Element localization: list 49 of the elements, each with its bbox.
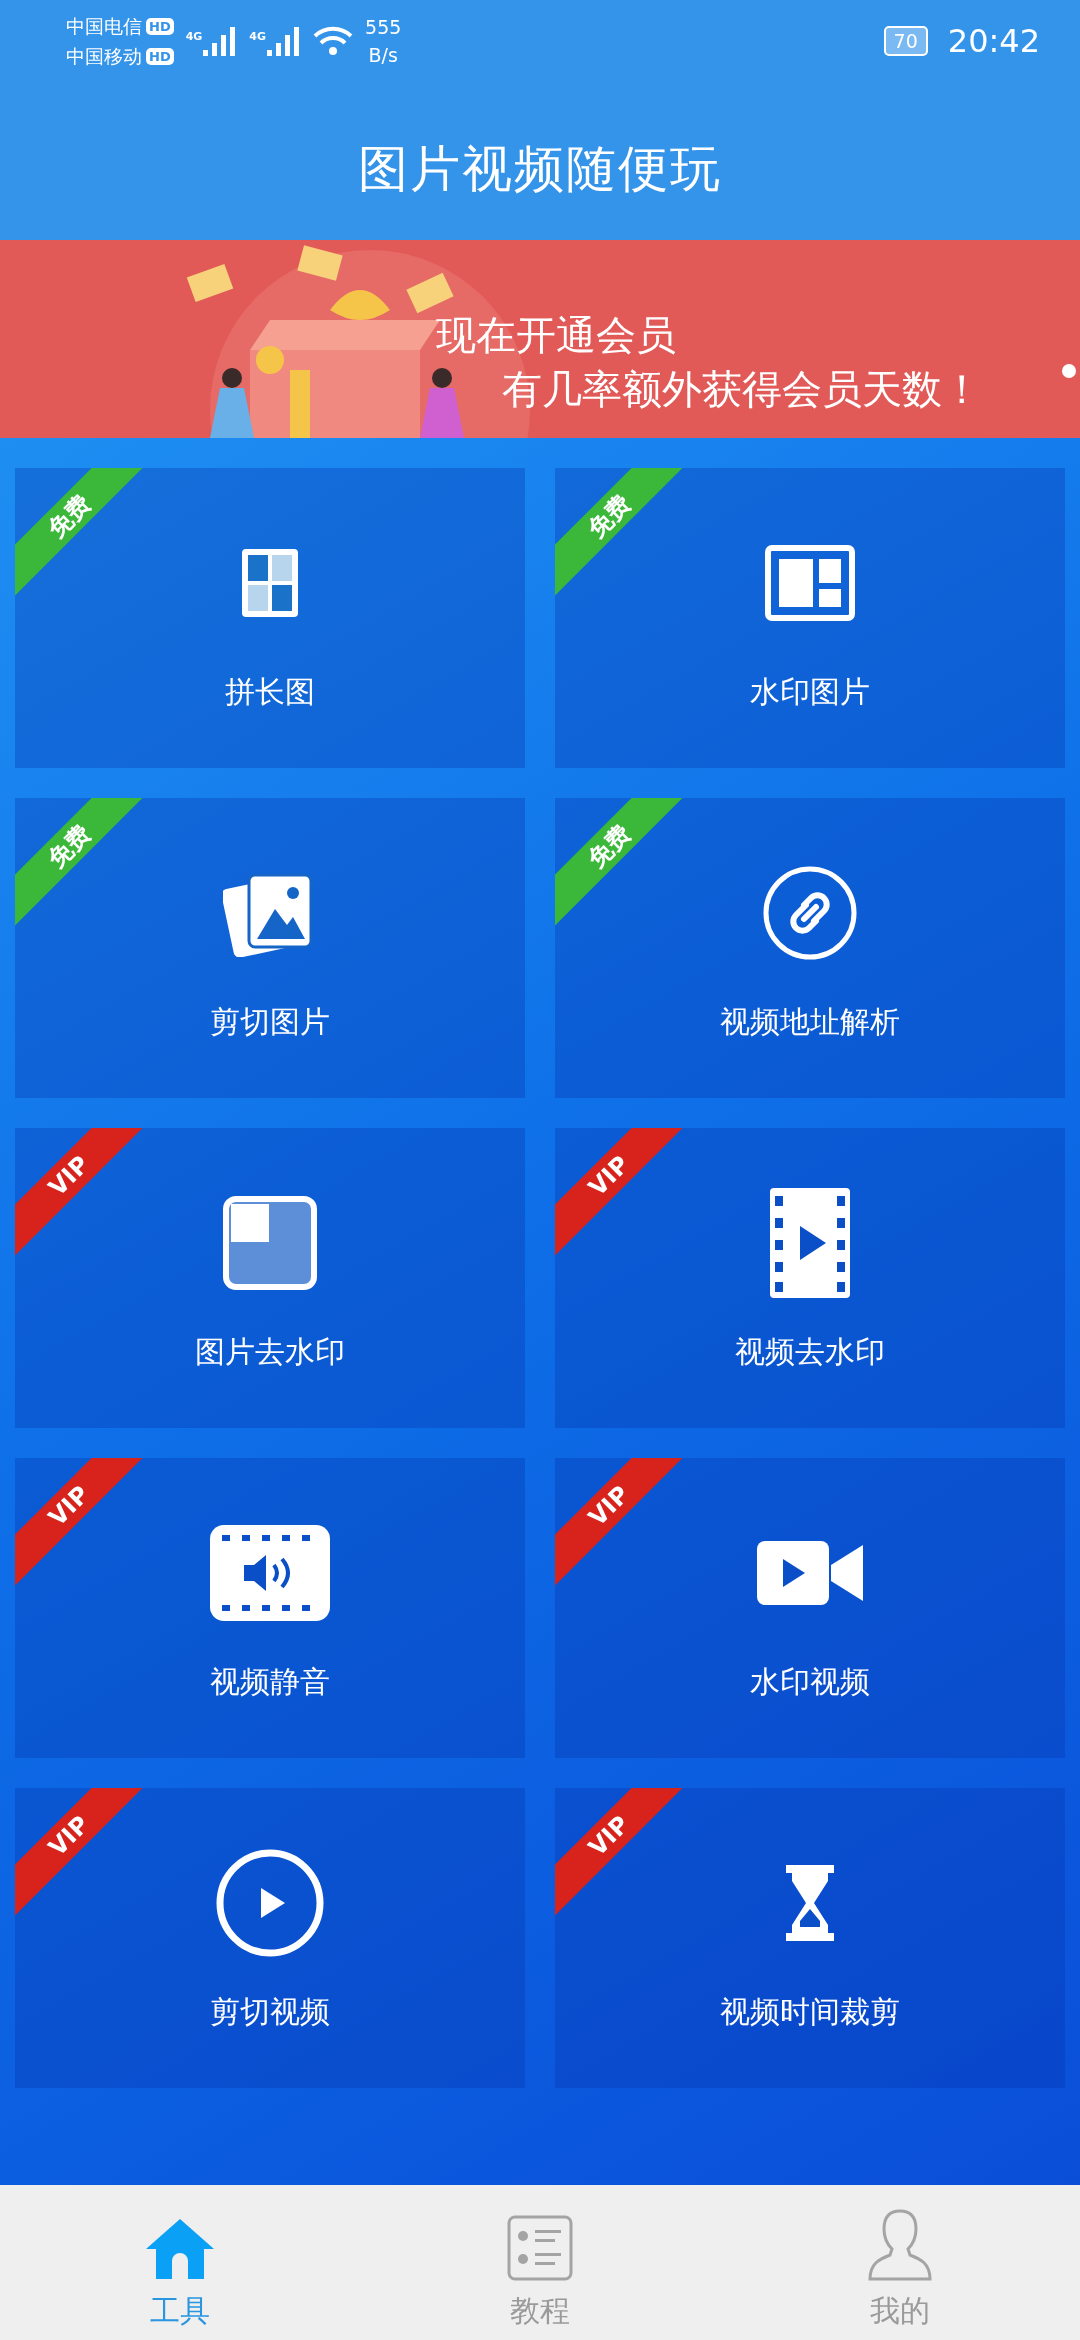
film-icon [770, 1188, 850, 1298]
layout-icon [765, 545, 855, 621]
tool-label: 剪切图片 [210, 1003, 330, 1041]
play-circle-icon [215, 1848, 325, 1958]
grid-icon [240, 547, 300, 619]
carrier-name: 中国移动 [66, 44, 142, 69]
person-icon [867, 2209, 933, 2281]
speed-value: 555 [365, 15, 402, 40]
network-type: 4G [185, 30, 203, 43]
tool-label: 拼长图 [225, 673, 315, 711]
tool-label: 视频静音 [210, 1663, 330, 1701]
hd-badge: HD [146, 17, 174, 35]
tool-tile[interactable]: 免费 视频地址解析 [555, 798, 1065, 1098]
image-frame-icon [223, 1196, 317, 1290]
wifi-icon [313, 26, 354, 56]
network-type: 4G [249, 30, 267, 43]
promo-text: 现在开通会员 [436, 311, 677, 360]
link-icon [762, 865, 858, 961]
speed-unit: B/s [368, 43, 398, 68]
promo-banner[interactable]: 现在开通会员 有几率额外获得会员天数！ [0, 240, 1080, 438]
tool-tile[interactable]: VIP 图片去水印 [15, 1128, 525, 1428]
list-icon [507, 2215, 573, 2281]
tool-tile[interactable]: VIP 水印视频 [555, 1458, 1065, 1758]
battery-level: 70 [883, 26, 928, 56]
hourglass-icon [786, 1865, 834, 1941]
tool-label: 图片去水印 [195, 1333, 345, 1371]
hd-badge: HD [146, 47, 174, 65]
signal-icon [267, 26, 302, 56]
carrier-name: 中国电信 [66, 14, 142, 39]
tool-tile[interactable]: VIP 视频静音 [15, 1458, 525, 1758]
home-icon [144, 2217, 216, 2281]
tool-tile[interactable]: 免费 拼长图 [15, 468, 525, 768]
speaker-icon [210, 1525, 330, 1621]
promo-text: 有几率额外获得会员天数！ [502, 365, 982, 414]
clock-time: 20:42 [947, 22, 1040, 60]
tool-label: 水印视频 [750, 1663, 870, 1701]
tool-label: 视频时间裁剪 [720, 1993, 900, 2031]
signal-icon [203, 26, 238, 56]
tool-label: 视频地址解析 [720, 1003, 900, 1041]
tool-tile[interactable]: VIP 剪切视频 [15, 1788, 525, 2088]
video-camera-icon [757, 1541, 863, 1605]
tool-label: 剪切视频 [210, 1993, 330, 2031]
tool-tile[interactable]: VIP 视频去水印 [555, 1128, 1065, 1428]
app-title: 图片视频随便玩 [357, 139, 723, 200]
tool-label: 视频去水印 [735, 1333, 885, 1371]
tool-tile[interactable]: 免费 水印图片 [555, 468, 1065, 768]
tool-tile[interactable]: VIP 视频时间裁剪 [555, 1788, 1065, 2088]
tool-tile[interactable]: 免费 剪切图片 [15, 798, 525, 1098]
tool-label: 水印图片 [750, 673, 870, 711]
